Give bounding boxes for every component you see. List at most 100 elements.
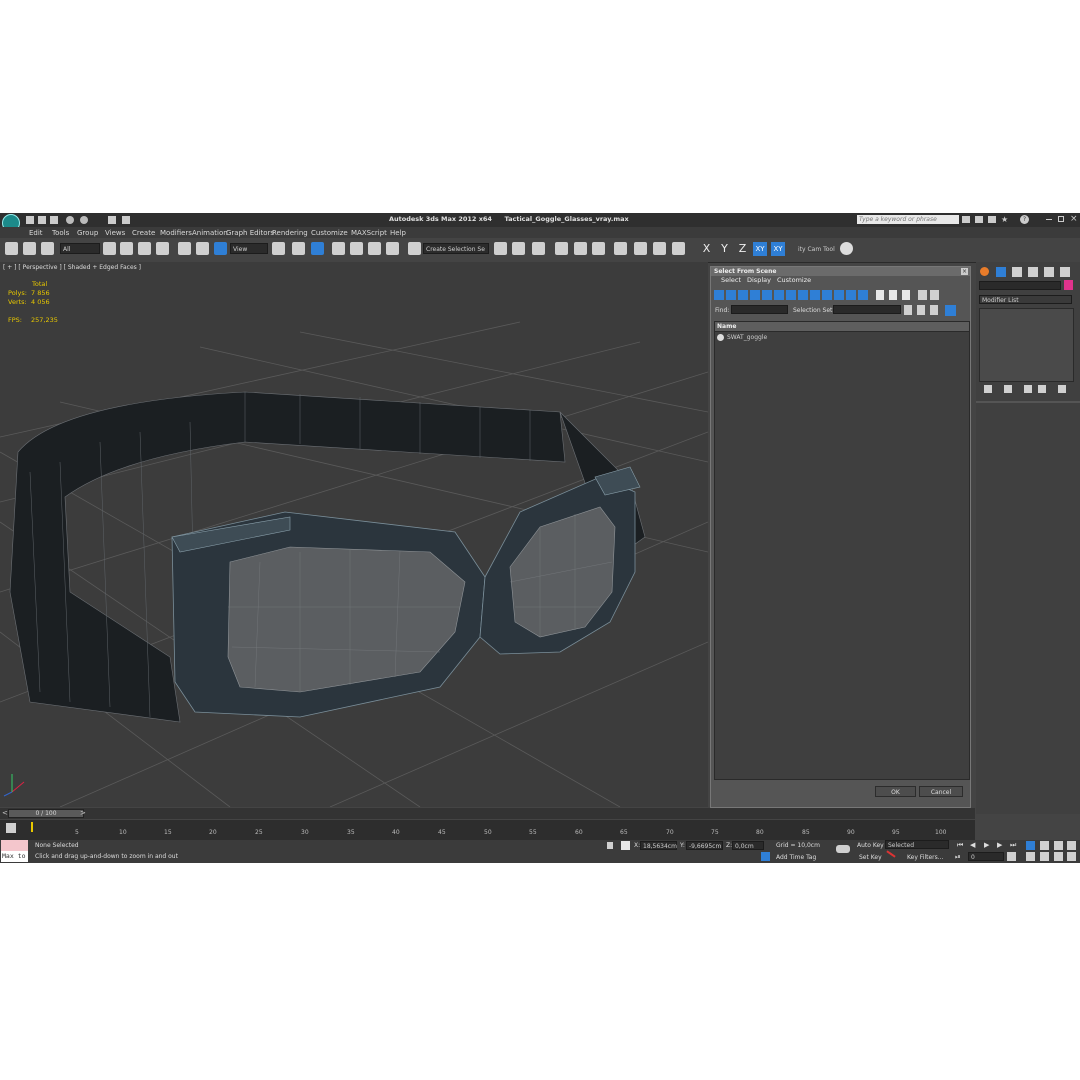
time-slider[interactable]: < 0 / 100 > bbox=[0, 808, 975, 819]
selection-filter-dropdown[interactable]: All bbox=[60, 243, 100, 254]
object-color-swatch[interactable] bbox=[1064, 280, 1073, 290]
bind-space-warp-icon[interactable] bbox=[41, 242, 54, 255]
modifier-list-dropdown[interactable]: Modifier List bbox=[979, 295, 1072, 304]
axis-y-button[interactable]: Y bbox=[718, 242, 731, 256]
curve-editor-icon[interactable] bbox=[574, 242, 587, 255]
configure-sets-icon[interactable] bbox=[1058, 385, 1066, 393]
selection-set-dropdown[interactable] bbox=[833, 305, 901, 314]
scale-icon[interactable] bbox=[214, 242, 227, 255]
next-frame-icon[interactable]: > bbox=[80, 809, 86, 817]
axis-xy-button[interactable]: XY bbox=[753, 242, 767, 256]
window-crossing-icon[interactable] bbox=[156, 242, 169, 255]
ribbon-icon[interactable] bbox=[555, 242, 568, 255]
go-to-end-icon[interactable]: ⏭ bbox=[1010, 841, 1016, 850]
modifier-stack[interactable] bbox=[979, 308, 1074, 382]
time-slider-thumb[interactable]: 0 / 100 bbox=[8, 809, 84, 818]
track-bar[interactable]: 5 10 15 20 25 30 35 40 45 50 55 60 65 70… bbox=[0, 820, 975, 840]
orbit-icon[interactable] bbox=[1054, 852, 1063, 861]
menu-help[interactable]: Help bbox=[390, 229, 406, 237]
edit-named-selection-icon[interactable] bbox=[408, 242, 421, 255]
dialog-menu-select[interactable]: Select bbox=[721, 276, 741, 284]
maxscript-listener-pink[interactable] bbox=[1, 840, 28, 851]
menu-customize[interactable]: Customize bbox=[311, 229, 348, 237]
zoom-extents-all-icon[interactable] bbox=[1067, 841, 1076, 850]
menu-animation[interactable]: Animation bbox=[192, 229, 228, 237]
show-end-result-icon[interactable] bbox=[1004, 385, 1012, 393]
utilities-tab-icon[interactable] bbox=[1060, 267, 1070, 277]
add-time-tag[interactable]: Add Time Tag bbox=[776, 854, 816, 861]
render-teapot-icon[interactable] bbox=[672, 242, 685, 255]
filter-options-icon[interactable] bbox=[930, 290, 939, 300]
sync-selection-icon[interactable] bbox=[945, 305, 956, 316]
close-icon[interactable]: × bbox=[1070, 214, 1078, 224]
filter-geometry-icon[interactable] bbox=[714, 290, 724, 300]
filter-groups-icon[interactable] bbox=[786, 290, 796, 300]
menu-graph-editors[interactable]: Graph Editors bbox=[226, 229, 274, 237]
y-coordinate-field[interactable]: -9,6695cm bbox=[686, 841, 723, 850]
filter-cameras-icon[interactable] bbox=[750, 290, 760, 300]
find-input[interactable] bbox=[731, 305, 788, 314]
filter-frozen-icon[interactable] bbox=[834, 290, 844, 300]
set-key-icon[interactable] bbox=[886, 850, 896, 858]
filter-bones-icon[interactable] bbox=[810, 290, 820, 300]
select-invert-icon[interactable] bbox=[902, 290, 910, 300]
reference-coordinate-dropdown[interactable]: View bbox=[230, 243, 268, 254]
key-icon[interactable] bbox=[836, 845, 850, 853]
hierarchy-tab-icon[interactable] bbox=[1012, 267, 1022, 277]
menu-modifiers[interactable]: Modifiers bbox=[160, 229, 192, 237]
menu-edit[interactable]: Edit bbox=[29, 229, 43, 237]
object-name-field[interactable] bbox=[979, 281, 1061, 290]
absolute-mode-icon[interactable] bbox=[621, 841, 630, 850]
column-header-name[interactable]: Name bbox=[715, 322, 969, 332]
material-editor-icon[interactable] bbox=[614, 242, 627, 255]
binoculars-icon[interactable] bbox=[962, 216, 970, 223]
menu-maxscript[interactable]: MAXScript bbox=[351, 229, 387, 237]
axis-z-button[interactable]: Z bbox=[736, 242, 749, 256]
percent-snap-icon[interactable] bbox=[368, 242, 381, 255]
cancel-button[interactable]: Cancel bbox=[919, 786, 963, 797]
field-of-view-icon[interactable] bbox=[1026, 852, 1035, 861]
create-tab-icon[interactable] bbox=[980, 267, 989, 276]
layer-manager-icon[interactable] bbox=[532, 242, 545, 255]
redo-icon[interactable] bbox=[80, 216, 88, 224]
perspective-viewport[interactable]: [ + ] [ Perspective ] [ Shaded + Edged F… bbox=[0, 262, 708, 807]
mini-curve-editor-icon[interactable] bbox=[6, 823, 16, 833]
select-manipulate-icon[interactable] bbox=[292, 242, 305, 255]
maximize-viewport-icon[interactable] bbox=[1067, 852, 1076, 861]
render-setup-icon[interactable] bbox=[634, 242, 647, 255]
dialog-close-icon[interactable]: × bbox=[961, 268, 968, 275]
restore-icon[interactable] bbox=[1058, 216, 1064, 222]
prev-frame-icon[interactable]: < bbox=[2, 809, 8, 817]
make-unique-icon[interactable] bbox=[1024, 385, 1032, 393]
rect-selection-icon[interactable] bbox=[138, 242, 151, 255]
display-tab-icon[interactable] bbox=[1044, 267, 1054, 277]
move-icon[interactable] bbox=[178, 242, 191, 255]
subscription-icon[interactable] bbox=[975, 216, 983, 223]
angle-snap-icon[interactable] bbox=[350, 242, 363, 255]
menu-group[interactable]: Group bbox=[77, 229, 98, 237]
select-by-name-icon[interactable] bbox=[120, 242, 133, 255]
current-frame-field[interactable]: 0 bbox=[968, 852, 1004, 861]
filter-spacewarps-icon[interactable] bbox=[774, 290, 784, 300]
link-icon[interactable] bbox=[5, 242, 18, 255]
spinner-snap-icon[interactable] bbox=[386, 242, 399, 255]
axis-x-button[interactable]: X bbox=[700, 242, 713, 256]
pin-stack-icon[interactable] bbox=[984, 385, 992, 393]
rendered-frame-icon[interactable] bbox=[653, 242, 666, 255]
zoom-extents-icon[interactable] bbox=[1054, 841, 1063, 850]
filter-lights-icon[interactable] bbox=[738, 290, 748, 300]
zoom-all-icon[interactable] bbox=[1040, 841, 1049, 850]
hold-icon[interactable] bbox=[108, 216, 116, 224]
selection-set-add-icon[interactable] bbox=[904, 305, 912, 315]
key-filters-button[interactable]: Key Filters... bbox=[907, 854, 944, 861]
schematic-view-icon[interactable] bbox=[592, 242, 605, 255]
filter-funnel-icon[interactable] bbox=[918, 290, 927, 300]
time-configuration-icon[interactable] bbox=[1007, 852, 1016, 861]
play-icon[interactable]: ▶ bbox=[984, 841, 989, 849]
maxscript-listener-input[interactable]: Max to bbox=[1, 851, 28, 862]
filter-shapes-icon[interactable] bbox=[726, 290, 736, 300]
fetch-icon[interactable] bbox=[122, 216, 130, 224]
filter-all-icon[interactable] bbox=[858, 290, 868, 300]
remove-modifier-icon[interactable] bbox=[1038, 385, 1046, 393]
z-coordinate-field[interactable]: 0,0cm bbox=[732, 841, 764, 850]
